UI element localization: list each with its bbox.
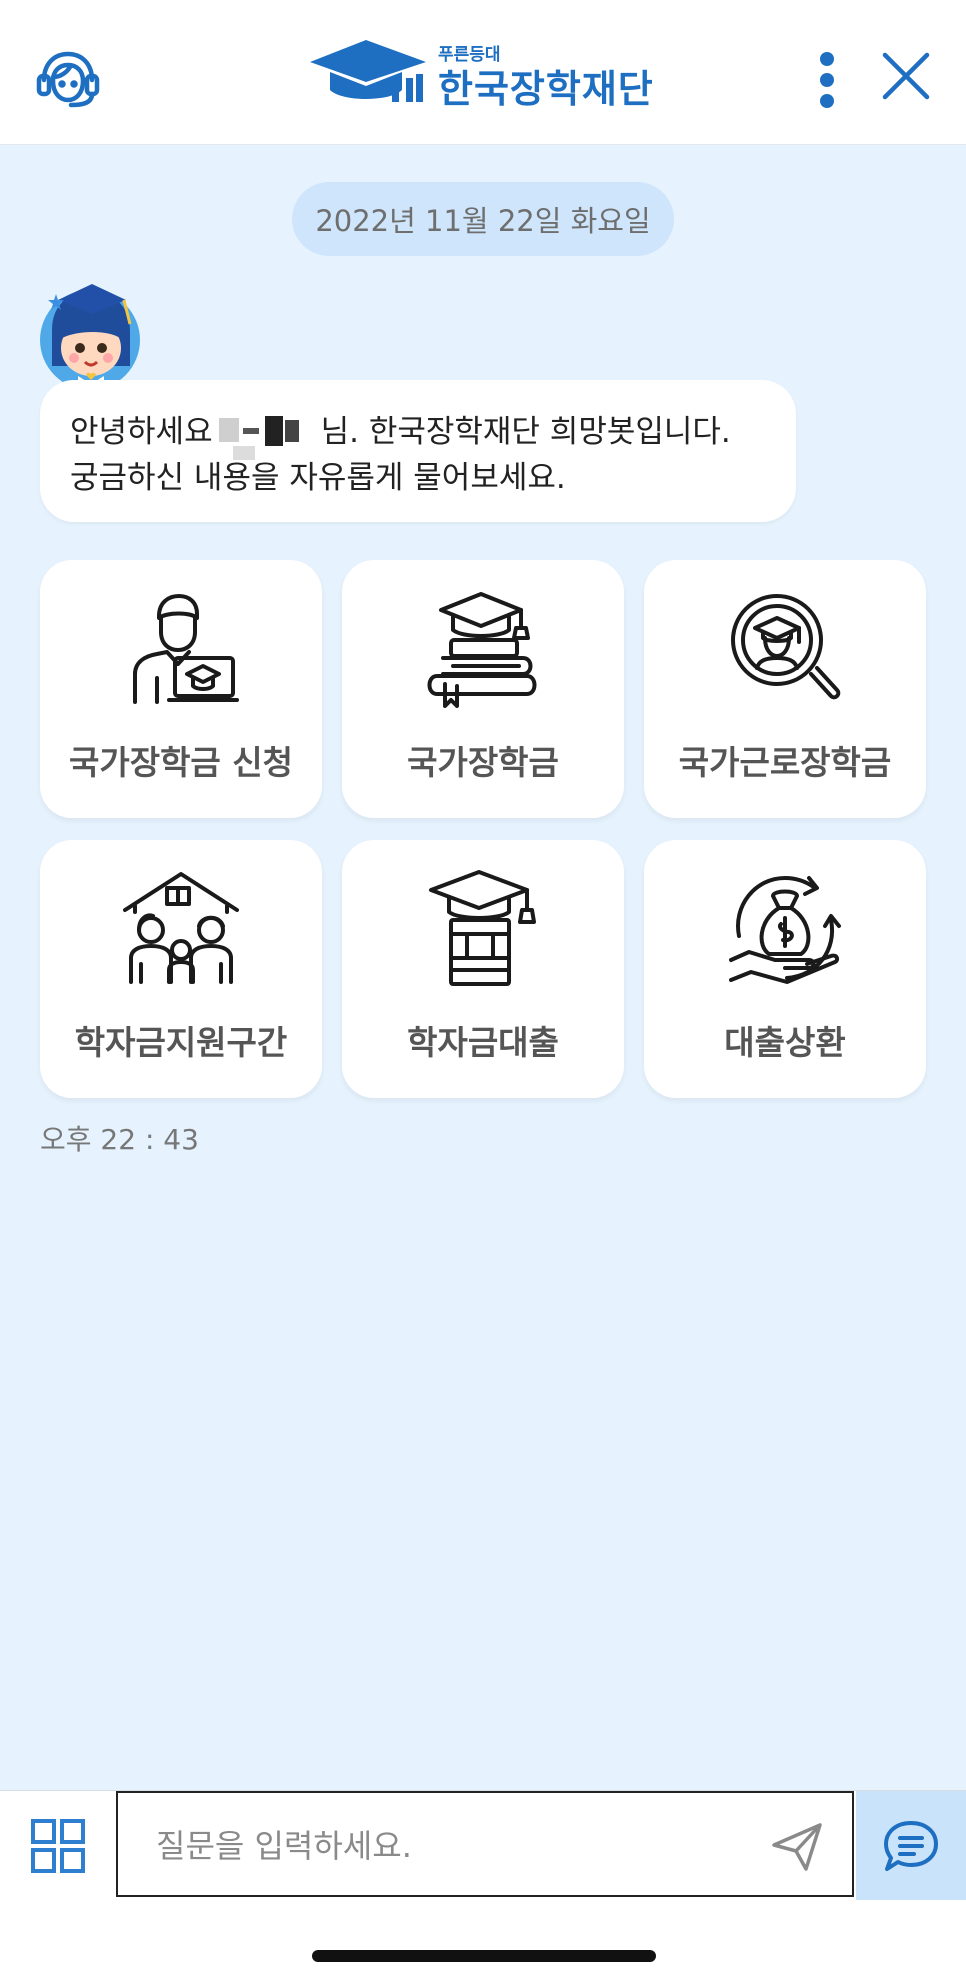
- menu-tile-label: 학자금대출: [407, 1023, 559, 1062]
- menu-tile-national-scholarship-apply[interactable]: 국가장학금 신청: [40, 560, 322, 818]
- quick-menu-button[interactable]: [0, 1791, 116, 1901]
- question-input-box[interactable]: [116, 1791, 854, 1897]
- student-laptop-icon: [133, 594, 239, 704]
- redacted-username: [213, 416, 321, 460]
- header: 푸른등대 한국장학재단: [0, 0, 966, 145]
- menu-tile-label: 국가근로장학금: [678, 743, 892, 782]
- chatbot-mascot-icon: [40, 284, 140, 390]
- menu-tile-label: 국가장학금: [407, 743, 559, 782]
- greeting-suffix: 님. 한국장학재단 희망봇입니다.: [320, 414, 731, 450]
- graduation-cap-money-icon: [429, 870, 536, 986]
- question-input[interactable]: [154, 1815, 758, 1877]
- menu-tile-label: 국가장학금 신청: [68, 743, 293, 782]
- counselor-button[interactable]: [32, 44, 104, 116]
- send-icon: [772, 1823, 822, 1871]
- message-timestamp: 오후 22 : 43: [40, 1123, 199, 1156]
- grid-menu-icon: [31, 1819, 85, 1873]
- menu-tile-national-work-scholarship[interactable]: 국가근로장학금: [644, 560, 926, 818]
- send-button[interactable]: [758, 1807, 838, 1887]
- close-icon: [882, 52, 930, 100]
- greeting-line-2: 궁금하신 내용을 자유롭게 물어보세요.: [70, 460, 566, 496]
- chatbot-avatar: [38, 280, 146, 392]
- date-separator: 2022년 11월 22일 화요일: [292, 182, 674, 256]
- menu-tile-national-scholarship[interactable]: 국가장학금: [342, 560, 624, 818]
- graduation-cap-logo-icon: [310, 40, 426, 102]
- menu-tile-label: 대출상환: [724, 1023, 846, 1062]
- money-bag-cycle-icon: [729, 876, 841, 984]
- family-house-icon: [123, 872, 239, 984]
- bot-message-bubble: 안녕하세요 님. 한국장학재단 희망봇입니다. 궁금하신 내용을 자유롭게 물어…: [40, 380, 796, 522]
- greeting-line-1: 안녕하세요 님. 한국장학재단 희망봇입니다.: [70, 406, 731, 460]
- system-gesture-area: [0, 1900, 966, 1984]
- more-options-button[interactable]: [806, 40, 848, 120]
- chat-mode-button[interactable]: [856, 1791, 966, 1901]
- close-button[interactable]: [874, 44, 938, 108]
- logo-title: 한국장학재단: [438, 67, 654, 111]
- more-vertical-icon: [820, 52, 834, 108]
- menu-tile-loan-repayment[interactable]: 대출상환: [644, 840, 926, 1098]
- menu-tile-support-bracket[interactable]: 학자금지원구간: [40, 840, 322, 1098]
- headset-agent-icon: [36, 51, 100, 108]
- menu-tile-student-loan[interactable]: 학자금대출: [342, 840, 624, 1098]
- magnifier-graduate-icon: [731, 594, 841, 700]
- menu-tile-label: 학자금지원구간: [74, 1023, 288, 1062]
- kosaf-logo[interactable]: 푸른등대 한국장학재단: [306, 36, 666, 116]
- greeting-prefix: 안녕하세요: [70, 414, 213, 450]
- home-indicator[interactable]: [312, 1950, 656, 1962]
- chat-input-bar: [0, 1790, 966, 1901]
- chat-bubble-icon: [884, 1821, 938, 1871]
- books-graduation-cap-icon: [427, 592, 537, 708]
